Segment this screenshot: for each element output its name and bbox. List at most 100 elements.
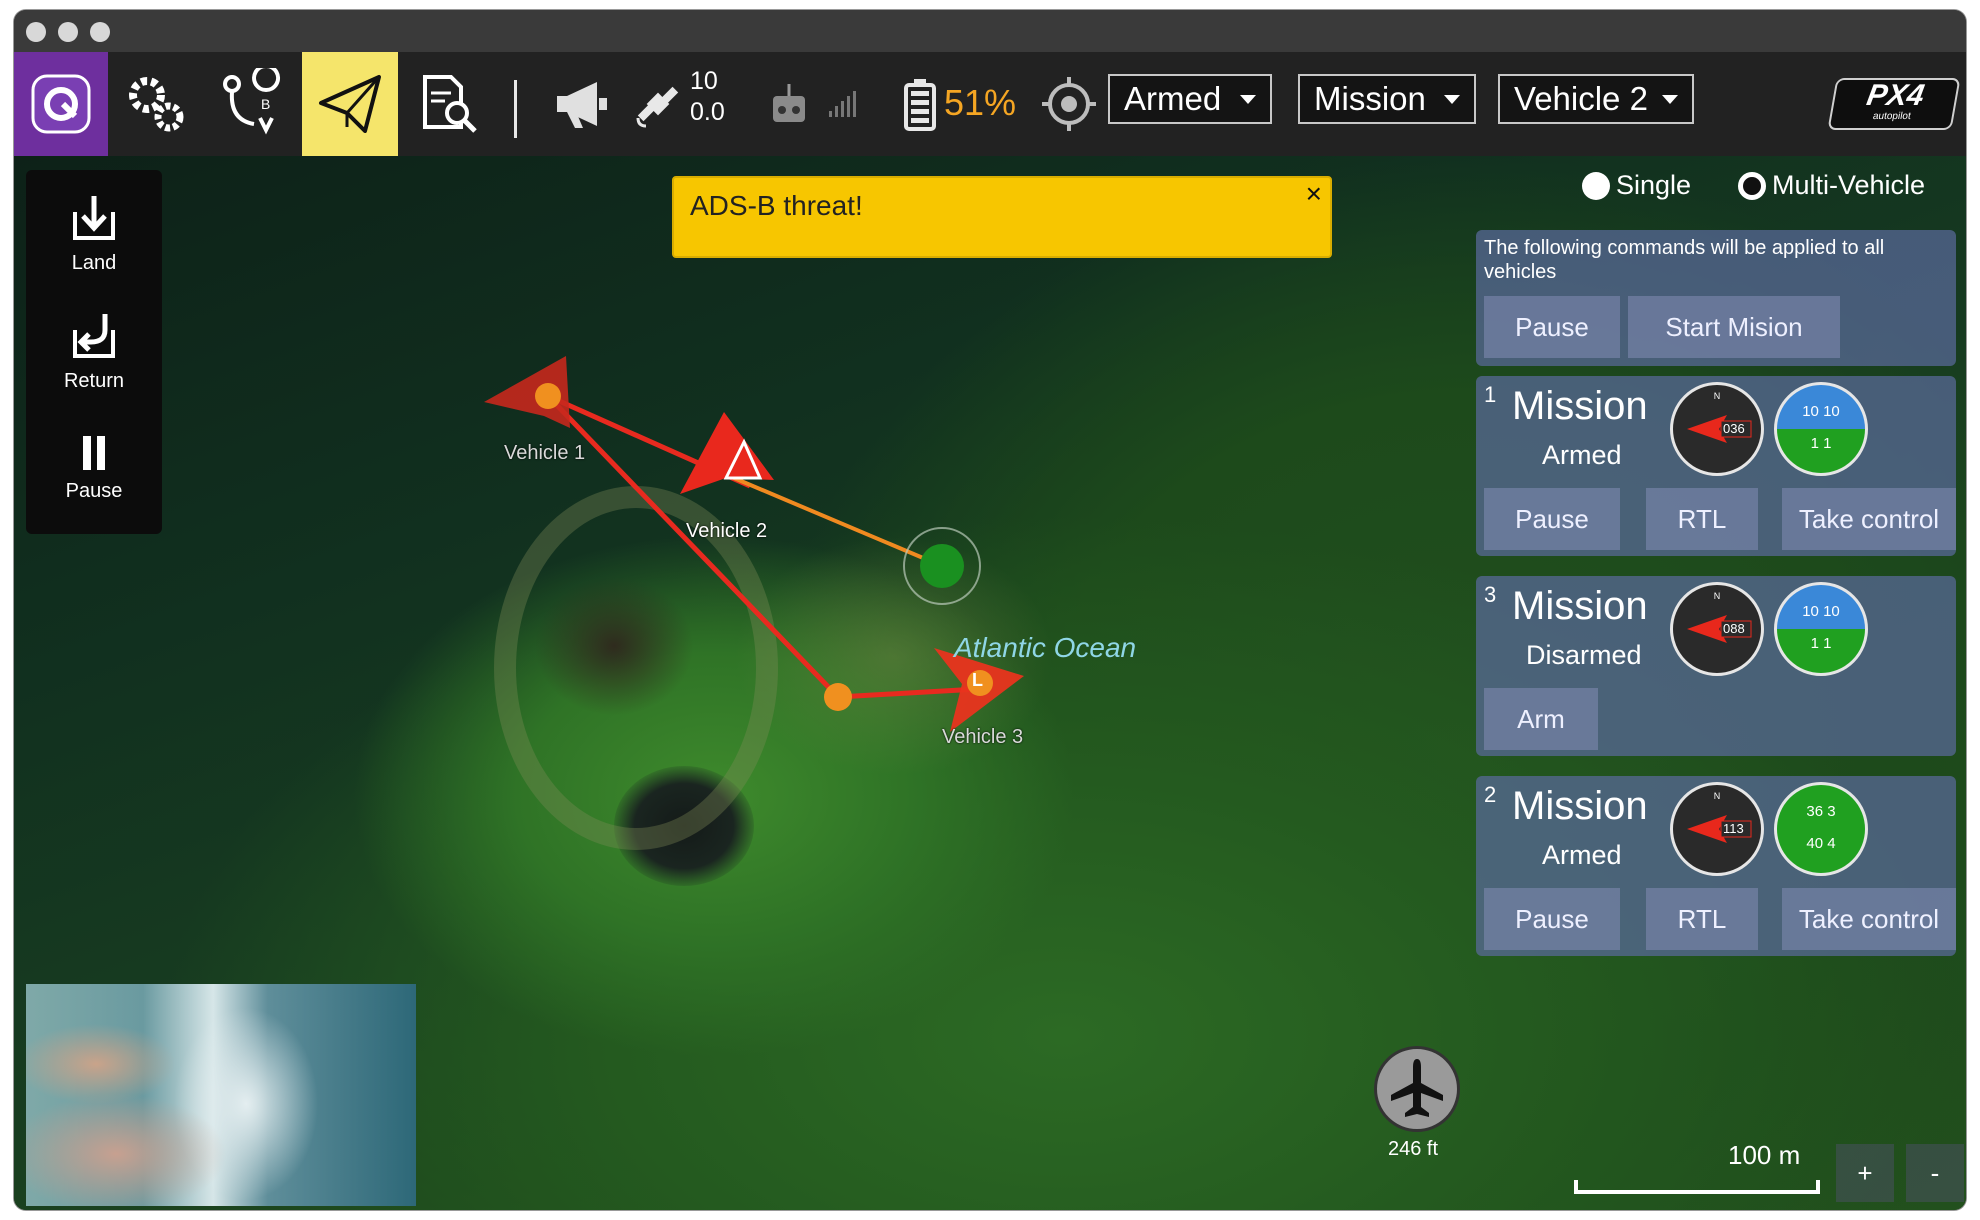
gps-readout: 10 0.0 [690, 66, 725, 128]
attitude-bottom-readout: 1 1 [1810, 635, 1832, 652]
messages-button[interactable] [542, 52, 622, 156]
megaphone-icon [557, 82, 607, 128]
vehicle1-path [546, 394, 840, 699]
zoom-out-button[interactable]: - [1906, 1144, 1964, 1202]
vehicle-pause-button[interactable]: Pause [1484, 488, 1620, 550]
zoom-in-button[interactable]: + [1836, 1144, 1894, 1202]
vehicle-card-mode: Mission [1512, 784, 1648, 828]
battery-button[interactable] [898, 52, 942, 156]
land-button[interactable]: Land [26, 192, 162, 275]
vehicle-take-control-button[interactable]: Take control [1782, 888, 1956, 950]
start-mission-button[interactable]: Start Mision [1628, 296, 1840, 358]
plan-view-button[interactable]: B [204, 52, 300, 156]
analyze-view-button[interactable] [400, 52, 496, 156]
guided-actions-panel: Land Return Pause [26, 170, 162, 534]
pause-button[interactable]: Pause [26, 430, 162, 503]
rc-button[interactable] [764, 52, 814, 156]
vehicle-card-2: 2 Mission Armed N 113 36 3 40 4 Pause RT… [1476, 776, 1956, 956]
main-toolbar: B 10 0.0 51% Armed Mission Vehicle 2 PX4… [14, 52, 1966, 156]
armed-dropdown-value: Armed [1124, 80, 1222, 117]
multi-label: Multi-Vehicle [1772, 170, 1926, 200]
adsb-altitude: 246 ft [1388, 1138, 1439, 1160]
land-icon [73, 196, 115, 240]
armed-dropdown[interactable]: Armed [1108, 74, 1272, 124]
chevron-down-icon [1240, 94, 1256, 104]
adsb-alert: ADS-B threat! × [672, 176, 1332, 258]
attitude-top-readout: 36 3 [1806, 803, 1836, 820]
vehicle-rtl-button[interactable]: RTL [1646, 888, 1758, 950]
flight-mode-dropdown-value: Mission [1314, 80, 1426, 117]
ocean-label: Atlantic Ocean [954, 632, 1137, 663]
current-waypoint[interactable] [920, 544, 964, 588]
video-thumbnail[interactable] [26, 984, 416, 1206]
vehicle3-waypoint[interactable] [824, 683, 852, 711]
map-view[interactable]: L Vehicle 1 Vehicle 2 Vehicle 3 Atlantic… [14, 156, 1966, 1210]
vehicle1-label: Vehicle 1 [504, 442, 586, 464]
svg-text:N: N [1714, 591, 1721, 601]
title-bar [14, 10, 1966, 52]
map-scale-bar [1574, 1180, 1820, 1194]
vehicle-card-id: 2 [1484, 782, 1497, 807]
flight-mode-dropdown[interactable]: Mission [1298, 74, 1476, 124]
vehicle1-waypoint[interactable] [535, 383, 561, 409]
pause-label: Pause [65, 480, 123, 502]
chevron-down-icon [1662, 94, 1678, 104]
vehicle-take-control-button[interactable]: Take control [1782, 488, 1956, 550]
vehicle-selector-dropdown[interactable]: Vehicle 2 [1498, 74, 1694, 124]
attitude-indicator-icon: 36 3 40 4 [1774, 782, 1868, 876]
analyze-icon [423, 75, 477, 133]
pause-icon [83, 436, 105, 470]
vehicle-pause-button[interactable]: Pause [1484, 888, 1620, 950]
alert-message: ADS-B threat! [690, 190, 863, 221]
return-button[interactable]: Return [26, 310, 162, 393]
multi-vehicle-note: The following commands will be applied t… [1484, 237, 1885, 283]
chevron-down-icon [1444, 94, 1460, 104]
gps-lock-button[interactable] [1034, 52, 1104, 156]
alert-close-button[interactable]: × [1306, 178, 1322, 210]
single-label: Single [1616, 170, 1692, 200]
rc-controller-icon [773, 84, 805, 122]
heading-readout: 036 [1723, 421, 1745, 436]
gps-satellite-count: 10 [690, 67, 718, 95]
vehicle3-path [837, 686, 979, 700]
attitude-top-readout: 10 10 [1802, 403, 1840, 420]
vehicle-card-mode: Mission [1512, 584, 1648, 628]
vehicle2-label: Vehicle 2 [686, 520, 768, 542]
multi-vehicle-global-panel: The following commands will be applied t… [1476, 230, 1956, 366]
fly-view-button[interactable] [302, 52, 398, 156]
svg-text:N: N [1714, 791, 1721, 801]
close-window-button[interactable] [26, 22, 46, 42]
launch-label: L [972, 670, 983, 690]
vehicle2-marker[interactable] [680, 412, 774, 494]
satellite-icon [636, 86, 679, 128]
maximize-window-button[interactable] [90, 22, 110, 42]
attitude-bottom-readout: 40 4 [1806, 835, 1836, 852]
attitude-indicator-icon: 10 10 1 1 [1774, 582, 1868, 676]
fly-icon [319, 75, 381, 133]
multi-radio[interactable] [1738, 171, 1766, 200]
single-radio[interactable] [1582, 171, 1610, 200]
minimize-window-button[interactable] [58, 22, 78, 42]
settings-button[interactable] [108, 52, 204, 156]
rc-signal [822, 52, 862, 156]
svg-text:B: B [261, 96, 270, 112]
px4-logo: PX4 autopilot [1827, 78, 1961, 130]
toolbar-separator [514, 80, 517, 138]
battery-percent: 51% [944, 82, 1017, 123]
vehicle-rtl-button[interactable]: RTL [1646, 488, 1758, 550]
compass-icon: N 088 [1670, 582, 1764, 676]
single-vehicle-option[interactable]: Single [1582, 170, 1691, 201]
gps-button[interactable] [628, 52, 688, 156]
global-pause-button[interactable]: Pause [1484, 296, 1620, 358]
app-window: B 10 0.0 51% Armed Mission Vehicle 2 PX4… [14, 10, 1966, 1210]
adsb-aircraft[interactable] [1374, 1046, 1460, 1132]
gps-hdop: 0.0 [690, 98, 725, 126]
crosshair-icon [1042, 77, 1096, 131]
vehicle-arm-button[interactable]: Arm [1484, 688, 1598, 750]
qgc-logo-icon [31, 74, 91, 134]
multi-vehicle-option[interactable]: Multi-Vehicle [1738, 170, 1925, 201]
vehicle-card-1: 1 Mission Armed N 036 10 10 1 1 Pause RT… [1476, 376, 1956, 556]
airplane-icon [1391, 1059, 1443, 1117]
qgc-logo-button[interactable] [14, 52, 108, 156]
plan-icon: B [223, 68, 281, 135]
